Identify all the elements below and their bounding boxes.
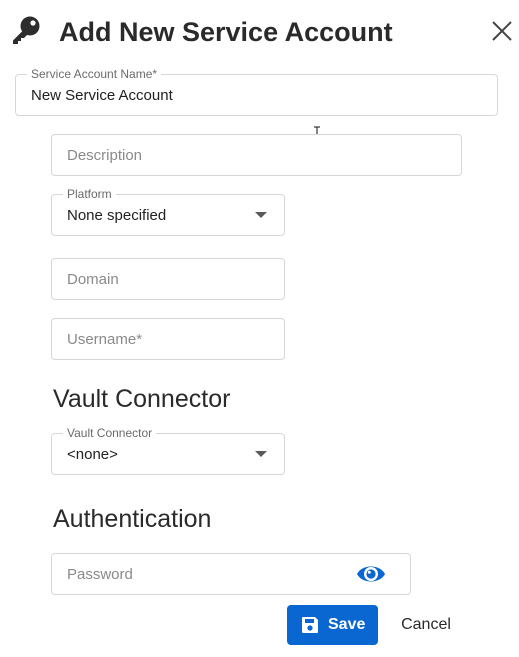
add-service-account-dialog: Add New Service Account Service Account …: [0, 0, 519, 657]
vault-connector-heading: Vault Connector: [53, 385, 231, 413]
save-button-label: Save: [328, 616, 366, 633]
chevron-down-icon: [255, 212, 267, 218]
username-placeholder: Username*: [67, 330, 143, 348]
password-field[interactable]: Password: [51, 553, 411, 595]
floppy-disk-icon: [302, 617, 318, 633]
cancel-button[interactable]: Cancel: [389, 605, 463, 645]
save-button[interactable]: Save: [287, 605, 378, 645]
vault-connector-select[interactable]: Vault Connector <none>: [51, 426, 285, 475]
password-placeholder: Password: [67, 565, 133, 583]
service-account-name-field[interactable]: Service Account Name* New Service Accoun…: [15, 67, 498, 116]
description-field[interactable]: Description: [51, 134, 462, 176]
vault-connector-selected-value: <none>: [67, 445, 118, 463]
eye-icon[interactable]: [356, 561, 386, 587]
domain-field[interactable]: Domain: [51, 258, 285, 300]
key-icon: [13, 16, 40, 44]
chevron-down-icon: [255, 451, 267, 457]
dialog-title: Add New Service Account: [59, 17, 393, 47]
description-placeholder: Description: [67, 146, 143, 164]
username-field[interactable]: Username*: [51, 318, 285, 360]
close-icon[interactable]: [489, 18, 515, 44]
platform-select[interactable]: Platform None specified: [51, 187, 285, 236]
platform-selected-value: None specified: [67, 206, 167, 224]
service-account-name-value: New Service Account: [31, 86, 173, 104]
authentication-heading: Authentication: [53, 505, 212, 533]
domain-placeholder: Domain: [67, 270, 119, 288]
